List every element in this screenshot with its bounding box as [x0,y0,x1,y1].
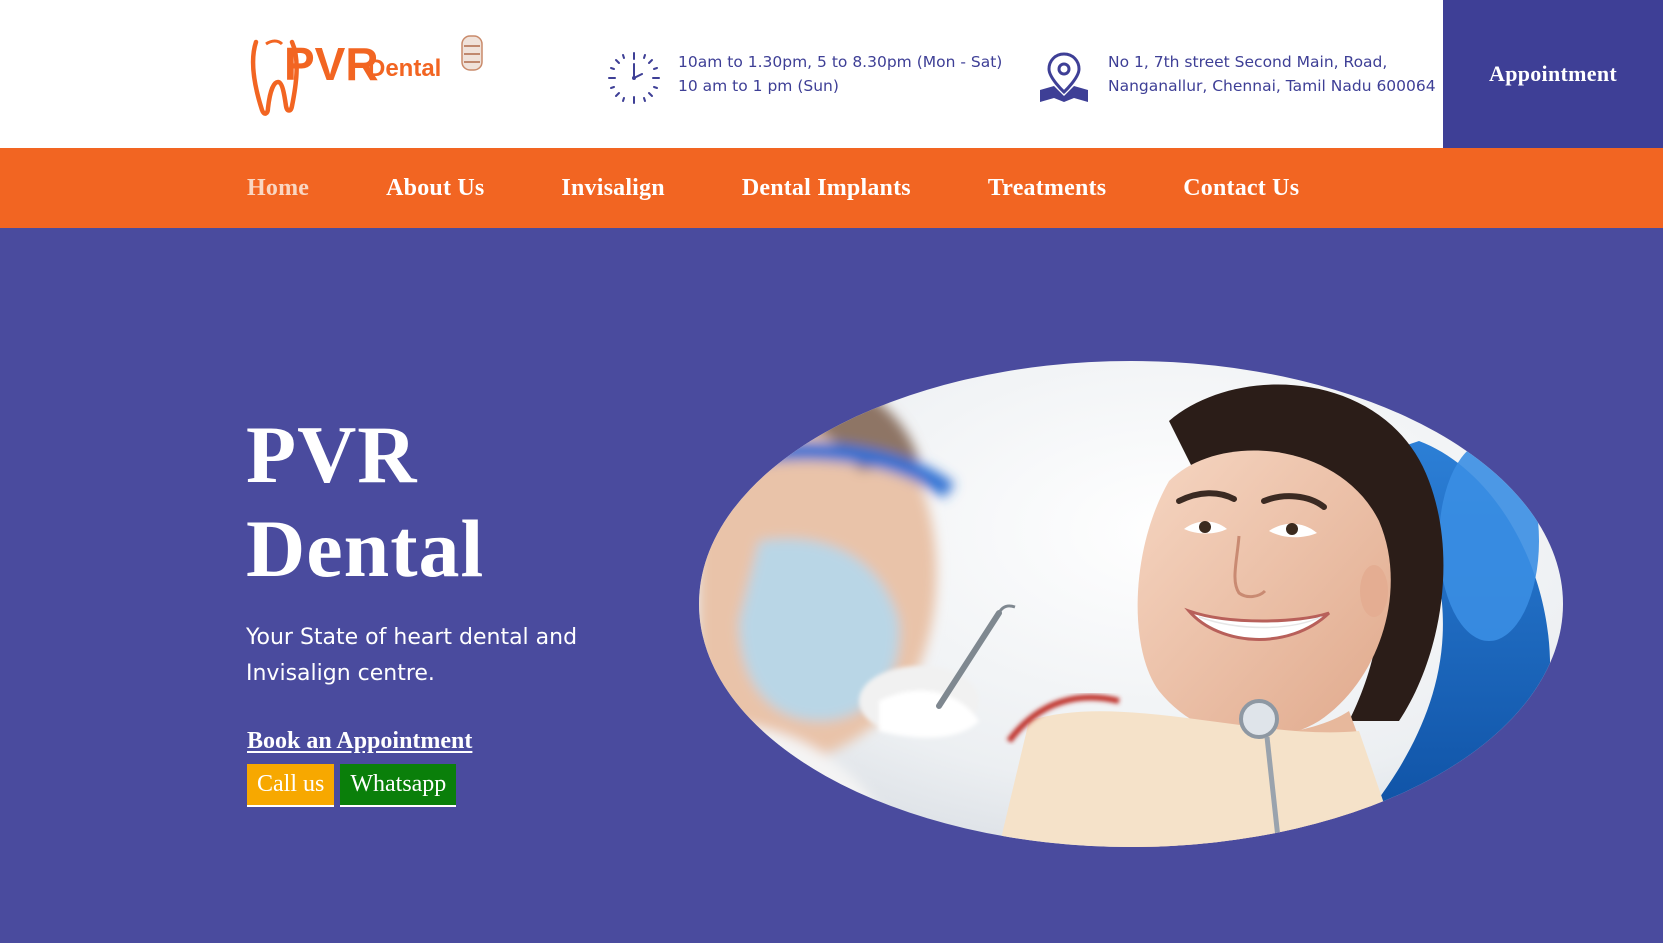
hours-text: 10am to 1.30pm, 5 to 8.30pm (Mon - Sat) … [678,50,1002,98]
nav-list: Home About Us Invisalign Dental Implants… [247,148,1376,228]
contact-buttons: Call us Whatsapp [247,764,457,807]
map-pin-icon [1040,52,1088,102]
hero-title-line-1: PVR [246,409,418,500]
address-line-1: No 1, 7th street Second Main, Road, [1108,53,1388,71]
address-text: No 1, 7th street Second Main, Road, Nang… [1108,50,1436,98]
hero-title: PVR Dental [246,408,484,596]
call-us-button[interactable]: Call us [247,764,335,807]
main-nav: Home About Us Invisalign Dental Implants… [0,148,1663,228]
nav-item-invisalign[interactable]: Invisalign [561,175,664,202]
book-appointment-link[interactable]: Book an Appointment [247,728,472,755]
nav-item-treatments[interactable]: Treatments [988,175,1106,202]
hours-weekdays: 10am to 1.30pm, 5 to 8.30pm (Mon - Sat) [678,53,1003,71]
hero-dental-patient-image [699,361,1563,847]
logo-text-dental: Dental [368,55,441,82]
top-header: PVR Dental 10am to 1.30pm, 5 to 8.30pm (… [0,0,1663,148]
hours-sunday: 10 am to 1 pm (Sun) [678,77,839,95]
logo-text-pvr: PVR [284,38,379,90]
opening-hours: 10am to 1.30pm, 5 to 8.30pm (Mon - Sat) … [606,50,1002,106]
nav-item-about-us[interactable]: About Us [386,175,484,202]
nav-item-contact-us[interactable]: Contact Us [1183,175,1299,202]
clock-icon [608,52,660,104]
nav-item-home[interactable]: Home [247,175,309,202]
appointment-button[interactable]: Appointment [1443,0,1663,148]
hero-title-line-2: Dental [246,503,485,594]
teeth-mold-icon [461,35,483,71]
whatsapp-button[interactable]: Whatsapp [340,764,457,807]
nav-item-dental-implants[interactable]: Dental Implants [742,175,911,202]
address-line-2: Nanganallur, Chennai, Tamil Nadu 600064 [1108,77,1436,95]
clinic-address: No 1, 7th street Second Main, Road, Nang… [1036,50,1436,106]
pvr-dental-logo[interactable]: PVR Dental [248,30,498,118]
hero-subtitle: Your State of heart dental and Invisalig… [246,625,578,686]
